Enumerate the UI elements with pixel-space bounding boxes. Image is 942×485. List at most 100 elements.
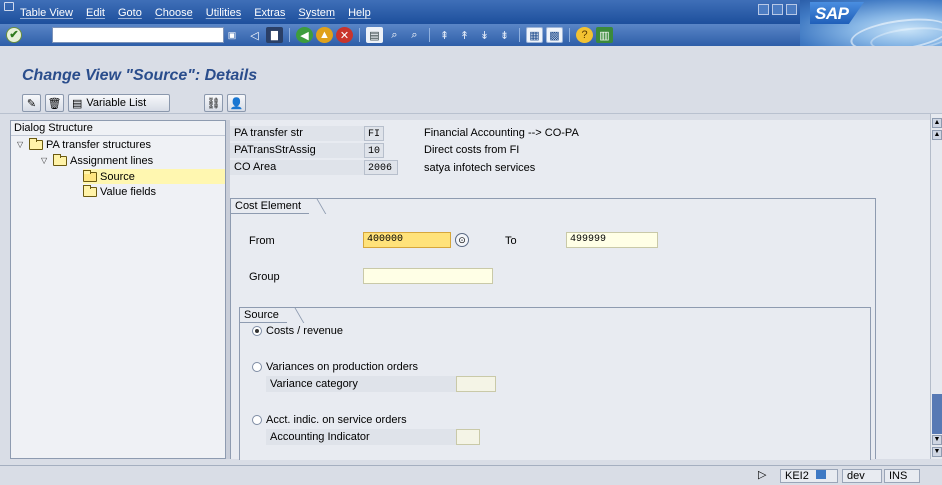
header-row-assignment: PATransStrAssig: [230, 143, 366, 158]
page-title: Change View "Source": Details: [22, 67, 258, 84]
menu-extras[interactable]: Extras: [254, 7, 285, 19]
window-controls: [758, 4, 797, 15]
tree-item-label: PA transfer structures: [46, 138, 151, 151]
list-icon: ▤: [72, 97, 83, 110]
tree-item-label: Source: [100, 170, 135, 183]
menu-list: Table View Edit Goto Choose Utilities Ex…: [12, 7, 371, 19]
tree-item-source[interactable]: Source: [83, 169, 225, 184]
title-area: Change View "Source": Details: [0, 46, 942, 88]
create-session-icon[interactable]: ▦: [526, 27, 543, 43]
tree-item-pa-transfer-structures[interactable]: ▽ PA transfer structures: [17, 137, 151, 152]
field-label: PA transfer str: [230, 126, 366, 141]
back-icon[interactable]: ◀: [296, 27, 313, 43]
first-page-icon[interactable]: ⇞: [436, 27, 453, 43]
close-icon[interactable]: [786, 4, 797, 15]
scroll-down-icon[interactable]: ▼: [932, 447, 942, 457]
menu-help[interactable]: Help: [348, 7, 371, 19]
status-expand-icon[interactable]: ▷: [754, 469, 770, 483]
radio-costs-revenue[interactable]: Costs / revenue: [252, 325, 343, 337]
open-folder-icon: [83, 169, 97, 182]
expand-triangle-icon[interactable]: ▽: [41, 156, 50, 165]
find-next-icon[interactable]: ⌕: [406, 27, 423, 43]
command-history-dropdown-icon[interactable]: ▣: [226, 29, 238, 41]
separator: [569, 28, 570, 42]
menu-table-view[interactable]: Table View: [20, 7, 73, 19]
radio-unselected-icon: [252, 362, 262, 372]
assignment-value: 10: [364, 143, 384, 158]
menu-utilities[interactable]: Utilities: [206, 7, 241, 19]
application-toolbar: ✎ 🗑 ▤ Variable List ⛓ 👤: [0, 88, 942, 114]
find-icon[interactable]: ⌕: [386, 27, 403, 43]
radio-unselected-icon: [252, 415, 262, 425]
header-row-co-area: CO Area: [230, 160, 366, 175]
minimize-icon[interactable]: [758, 4, 769, 15]
separator: [519, 28, 520, 42]
separator: [359, 28, 360, 42]
dialog-structure-header: Dialog Structure: [11, 121, 225, 136]
menu-choose[interactable]: Choose: [155, 7, 193, 19]
radio-acct-indic-service-orders[interactable]: Acct. indic. on service orders: [252, 414, 407, 426]
save-icon[interactable]: ▇: [266, 27, 283, 43]
scroll-up-icon[interactable]: ▲: [932, 118, 942, 128]
search-help-icon[interactable]: ⊙: [455, 233, 469, 247]
last-page-icon[interactable]: ⇟: [496, 27, 513, 43]
source-group: Source Costs / revenue Variances on prod…: [239, 307, 871, 460]
variance-category-input[interactable]: [456, 376, 496, 392]
tree-item-value-fields[interactable]: Value fields: [83, 184, 156, 199]
transaction-field[interactable]: KEI2: [780, 469, 838, 483]
system-field: dev: [842, 469, 882, 483]
separator: [429, 28, 430, 42]
menu-edit[interactable]: Edit: [86, 7, 105, 19]
from-label: From: [249, 235, 275, 247]
radio-variances-production-orders[interactable]: Variances on production orders: [252, 361, 418, 373]
co-area-description: satya infotech services: [424, 162, 536, 174]
variance-category-label: Variance category: [266, 376, 462, 392]
cost-element-to-input[interactable]: 499999: [566, 232, 658, 248]
group-label: Group: [249, 271, 280, 283]
variable-list-button[interactable]: ▤ Variable List: [68, 94, 170, 112]
maximize-icon[interactable]: [772, 4, 783, 15]
folder-icon: [83, 184, 97, 197]
cancel-icon[interactable]: ✕: [336, 27, 353, 43]
layout-menu-icon[interactable]: ▥: [596, 27, 613, 43]
variable-list-label: Variable List: [86, 97, 147, 109]
scroll-thumb[interactable]: [932, 394, 942, 434]
command-field[interactable]: [52, 27, 224, 43]
exit-icon[interactable]: ▲: [316, 27, 333, 43]
menu-goto[interactable]: Goto: [118, 7, 142, 19]
to-label: To: [505, 235, 517, 247]
cost-element-group-input[interactable]: [363, 268, 493, 284]
help-icon[interactable]: ?: [576, 27, 593, 43]
tree-item-assignment-lines[interactable]: ▽ Assignment lines: [41, 153, 153, 168]
assignment-description: Direct costs from FI: [424, 144, 520, 156]
menu-system[interactable]: System: [298, 7, 335, 19]
sap-branding: SAP: [800, 0, 942, 46]
insert-mode-field[interactable]: INS: [884, 469, 920, 483]
system-info-icon: [815, 470, 826, 479]
separator: [289, 28, 290, 42]
user-icon[interactable]: 👤: [227, 94, 246, 112]
enter-icon[interactable]: ✔: [6, 27, 22, 43]
sap-logo: SAP: [810, 2, 864, 24]
print-icon[interactable]: ▤: [366, 27, 383, 43]
co-area-value: 2006: [364, 160, 398, 175]
field-label: CO Area: [230, 160, 366, 175]
shortcut-icon[interactable]: ▩: [546, 27, 563, 43]
expand-triangle-icon[interactable]: ▽: [17, 140, 26, 149]
page-up-icon[interactable]: ▲: [932, 130, 942, 140]
display-change-icon[interactable]: ✎: [22, 94, 41, 112]
transaction-code: KEI2: [785, 470, 809, 482]
previous-page-icon[interactable]: ↟: [456, 27, 473, 43]
accounting-indicator-input[interactable]: [456, 429, 480, 445]
navigate-left-icon[interactable]: ◁: [246, 27, 263, 43]
delete-icon[interactable]: 🗑: [45, 94, 64, 112]
field-label: PATransStrAssig: [230, 143, 366, 158]
page-down-icon[interactable]: ▼: [932, 435, 942, 445]
vertical-scrollbar[interactable]: ▲ ▲ ▼ ▼: [930, 114, 942, 459]
cost-element-from-input[interactable]: 400000: [363, 232, 451, 248]
next-page-icon[interactable]: ↡: [476, 27, 493, 43]
cost-element-group-title: Cost Element: [230, 198, 310, 214]
link-icon[interactable]: ⛓: [204, 94, 223, 112]
source-group-title: Source: [239, 307, 287, 323]
transfer-structure-value: FI: [364, 126, 384, 141]
